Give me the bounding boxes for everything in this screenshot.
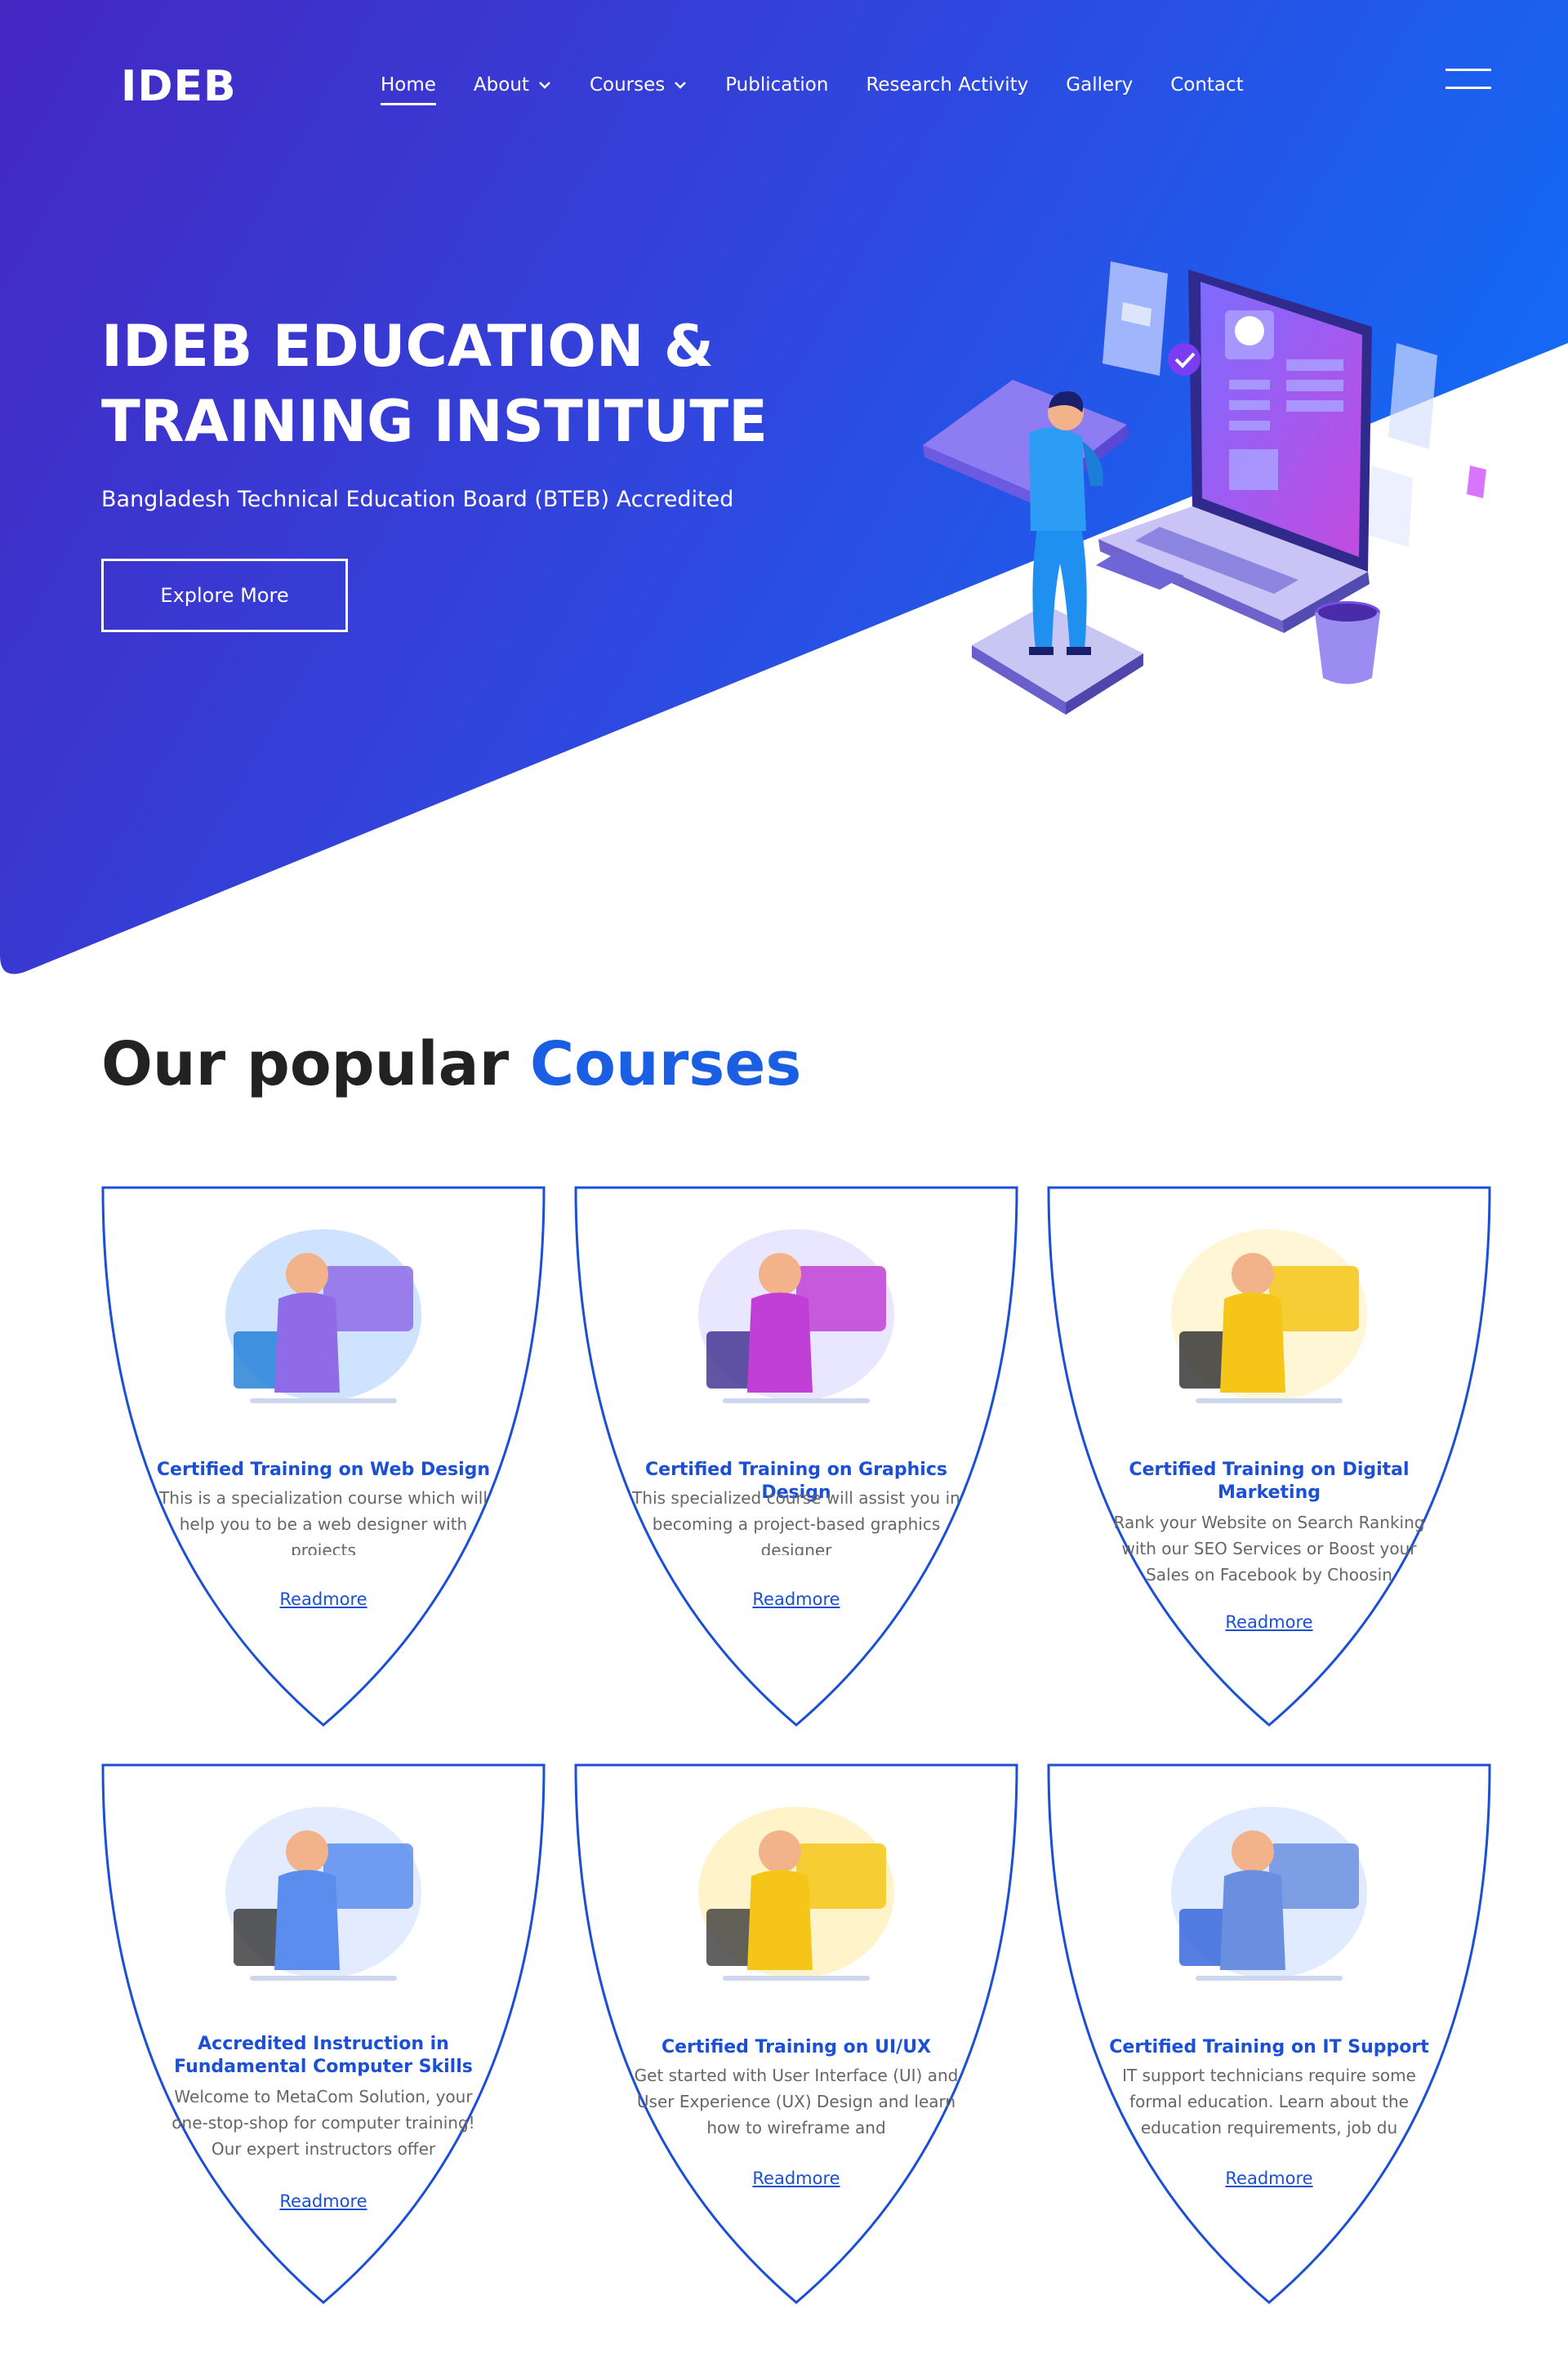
explore-more-button[interactable]: Explore More xyxy=(101,559,348,632)
hero-subtitle: Bangladesh Technical Education Board (BT… xyxy=(101,487,734,512)
nav-item-label: Research Activity xyxy=(866,74,1029,96)
course-title: Certified Training on Digital Marketing xyxy=(1129,1460,1410,1503)
nav-item-research-activity[interactable]: Research Activity xyxy=(866,74,1028,96)
hero-title-line1: IDEB EDUCATION & xyxy=(101,313,714,380)
course-description: Rank your Website on Search Ranking with… xyxy=(1113,1513,1425,1585)
nav-item-courses[interactable]: Courses xyxy=(590,74,688,96)
course-title: Certified Training on UI/UX xyxy=(661,2037,932,2057)
nav-item-gallery[interactable]: Gallery xyxy=(1066,74,1133,96)
nav-item-contact[interactable]: Contact xyxy=(1170,74,1243,96)
course-title: Certified Training on IT Support xyxy=(1109,2037,1429,2057)
site-logo[interactable]: IDEB xyxy=(121,62,237,111)
hero-laptop-illustration xyxy=(923,261,1486,715)
readmore-link[interactable]: Readmore xyxy=(101,1589,546,1609)
main-nav: Home About Courses Publication Research … xyxy=(381,69,1244,105)
course-description: This is a specialization course which wi… xyxy=(159,1488,488,1555)
course-description: IT support technicians require some form… xyxy=(1122,2066,1416,2137)
it-support-illustration xyxy=(1171,1807,1367,1981)
course-description: Get started with User Interface (UI) and… xyxy=(634,2066,959,2137)
nav-item-home[interactable]: Home xyxy=(381,74,436,105)
course-card[interactable]: Certified Training on UI/UX Get started w… xyxy=(574,1763,1018,2306)
hero-title: IDEB EDUCATION & TRAINING INSTITUTE xyxy=(101,309,836,459)
chevron-down-icon xyxy=(675,82,687,89)
course-card[interactable]: Certified Training on Graphics Design Thi… xyxy=(574,1186,1018,1728)
ui-ux-illustration xyxy=(698,1807,894,1981)
courses-heading: Our popular Courses xyxy=(101,1029,801,1099)
course-description: Welcome to MetaCom Solution, your one-st… xyxy=(172,2087,475,2159)
digital-marketing-illustration xyxy=(1171,1229,1367,1403)
course-card[interactable]: Accredited Instruction in Fundamental Co… xyxy=(101,1763,546,2306)
course-title: Accredited Instruction in Fundamental Co… xyxy=(174,2034,473,2077)
nav-item-label: Courses xyxy=(589,74,666,96)
readmore-link[interactable]: Readmore xyxy=(101,2191,546,2211)
course-card[interactable]: Certified Training on IT Support IT suppo… xyxy=(1047,1763,1491,2306)
readmore-link[interactable]: Readmore xyxy=(574,2169,1018,2188)
courses-heading-plain: Our popular xyxy=(101,1029,530,1099)
nav-item-label: About xyxy=(473,74,529,96)
chevron-down-icon xyxy=(539,82,550,89)
nav-item-publication[interactable]: Publication xyxy=(725,74,828,96)
course-card[interactable]: Certified Training on Digital Marketing R… xyxy=(1047,1186,1491,1728)
courses-heading-accent: Courses xyxy=(529,1029,802,1099)
nav-item-about[interactable]: About xyxy=(474,74,552,96)
hero-title-line2: TRAINING INSTITUTE xyxy=(101,388,768,455)
readmore-link[interactable]: Readmore xyxy=(1047,1612,1491,1632)
readmore-link[interactable]: Readmore xyxy=(1047,2169,1491,2188)
nav-item-label: Contact xyxy=(1170,74,1244,96)
nav-item-label: Home xyxy=(381,74,436,96)
hamburger-icon[interactable] xyxy=(1446,69,1491,93)
nav-item-label: Gallery xyxy=(1066,74,1134,96)
nav-item-label: Publication xyxy=(725,74,829,96)
course-title: Certified Training on Web Design xyxy=(156,1460,491,1480)
graphics-design-illustration xyxy=(698,1229,894,1403)
computer-skills-illustration xyxy=(225,1807,421,1981)
course-description: This specialized course will assist you … xyxy=(632,1488,960,1555)
course-card[interactable]: Certified Training on Web Design This is … xyxy=(101,1186,546,1728)
web-design-illustration xyxy=(225,1229,421,1403)
readmore-link[interactable]: Readmore xyxy=(574,1589,1018,1609)
